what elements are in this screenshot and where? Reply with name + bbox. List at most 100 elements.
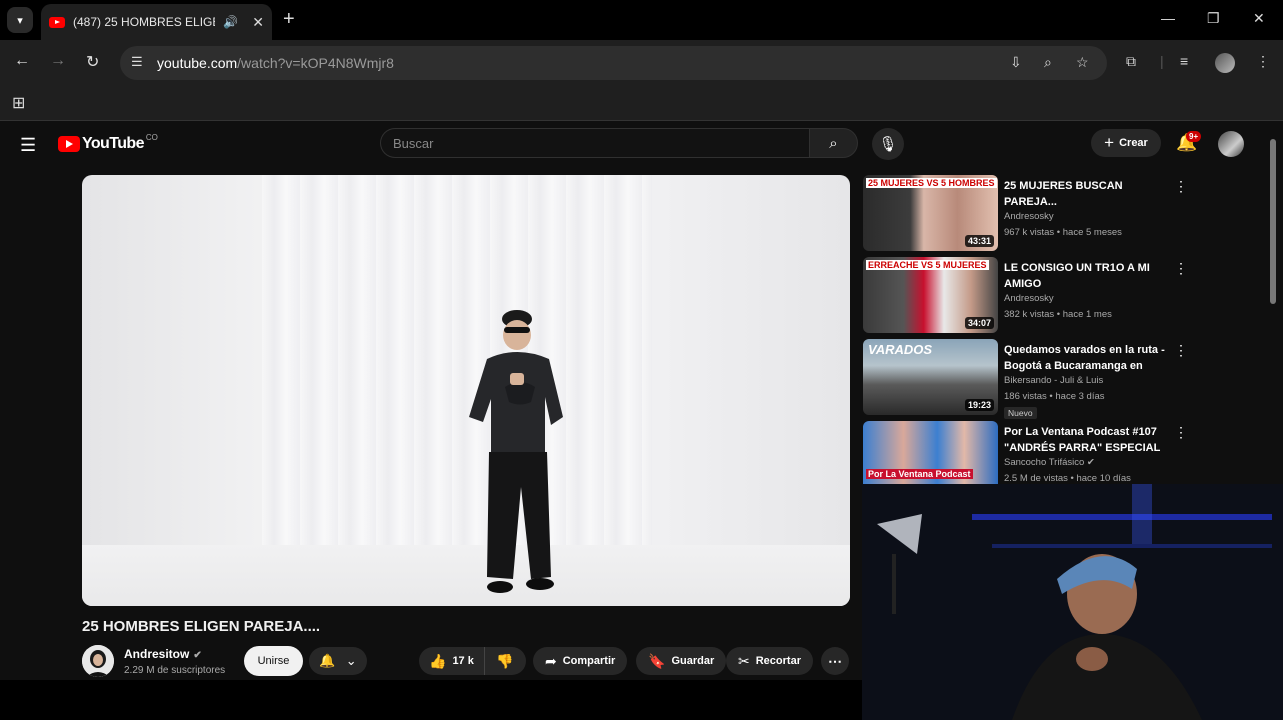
apps-grid-icon[interactable]: ⊞: [12, 93, 25, 113]
recommendation-title[interactable]: LE CONSIGO UN TR1O A MI AMIGO: [1004, 260, 1169, 292]
plus-icon: +: [1104, 133, 1115, 152]
subscription-bell-icon: 🔔: [319, 653, 336, 668]
page-scrollbar[interactable]: [1270, 139, 1276, 304]
browser-menu-icon[interactable]: ⋮: [1256, 53, 1270, 70]
more-vertical-icon[interactable]: ⋮: [1174, 260, 1188, 277]
youtube-logo[interactable]: YouTube CO: [58, 132, 158, 153]
recommendation-meta: 967 k vistas • hace 5 meses: [1004, 227, 1122, 238]
new-tab-icon[interactable]: +: [283, 8, 295, 31]
bottom-black-bar: [0, 680, 862, 720]
close-tab-icon[interactable]: ✕: [252, 14, 264, 31]
browser-tab-bar: ▾ (487) 25 HOMBRES ELIGEN 🔊 ✕ + — ❐ ✕: [0, 0, 1283, 40]
search-placeholder: Buscar: [393, 136, 434, 151]
video-player[interactable]: [82, 175, 850, 606]
video-frame-person: [469, 310, 563, 593]
youtube-favicon-icon: [49, 16, 65, 28]
recommendation-item[interactable]: Por La Ventana Podcast Por La Ventana Po…: [863, 421, 1193, 484]
share-label: Compartir: [562, 655, 616, 667]
speaker-icon[interactable]: 🔊: [223, 15, 238, 29]
thumbnail-text: 25 MUJERES VS 5 HOMBRES: [866, 178, 997, 188]
browser-profile-avatar[interactable]: [1215, 53, 1235, 73]
voice-search-button[interactable]: 🎙: [872, 128, 904, 160]
share-button[interactable]: ➦ Compartir: [533, 647, 628, 675]
recommendation-thumbnail[interactable]: Por La Ventana Podcast: [863, 421, 998, 484]
new-badge: Nuevo: [1004, 407, 1037, 419]
address-bar[interactable]: ☰ youtube.com/watch?v=kOP4N8Wmjr8 ⇩ ⌕ ☆: [120, 46, 1107, 80]
site-settings-icon[interactable]: ☰: [131, 54, 143, 70]
tab-search-chevron-icon[interactable]: ▾: [7, 7, 33, 33]
media-control-icon[interactable]: ≡: [1180, 53, 1188, 69]
thumbnail-text: VARADOS: [868, 342, 933, 357]
close-window-icon[interactable]: ✕: [1253, 10, 1265, 27]
scissors-icon: ✂: [738, 652, 750, 669]
more-vertical-icon[interactable]: ⋮: [1174, 342, 1188, 359]
chevron-down-icon: ⌄: [345, 653, 357, 668]
toolbar-divider: |: [1160, 53, 1164, 69]
url-text[interactable]: youtube.com/watch?v=kOP4N8Wmjr8: [157, 55, 394, 71]
minimize-icon[interactable]: —: [1161, 10, 1175, 26]
recommendation-channel-text: Sancocho Trifásico: [1004, 457, 1085, 468]
recommendation-item[interactable]: 25 MUJERES VS 5 HOMBRES 43:31 25 MUJERES…: [863, 175, 1193, 251]
channel-name-text: Andresitow: [124, 647, 190, 661]
clip-button[interactable]: ✂ Recortar: [726, 647, 813, 675]
recommendation-channel[interactable]: Andresosky: [1004, 211, 1054, 222]
search-input[interactable]: Buscar: [380, 128, 809, 158]
microphone-icon: 🎙: [878, 136, 898, 153]
video-duration: 34:07: [964, 317, 994, 329]
join-button[interactable]: Unirse: [244, 646, 303, 676]
webcam-overlay: [862, 484, 1283, 720]
recommendation-channel[interactable]: Sancocho Trifásico ✔: [1004, 457, 1095, 468]
bookmark-icon: 🔖: [648, 652, 666, 669]
save-button[interactable]: 🔖 Guardar: [636, 647, 727, 675]
forward-icon[interactable]: →: [50, 52, 66, 70]
recommendation-title[interactable]: Por La Ventana Podcast #107 "ANDRÉS PARR…: [1004, 424, 1169, 456]
create-label: Crear: [1119, 137, 1148, 149]
back-icon[interactable]: ←: [14, 52, 30, 70]
restore-icon[interactable]: ❐: [1207, 10, 1220, 27]
account-avatar[interactable]: [1218, 131, 1244, 157]
install-app-icon[interactable]: ⇩: [1010, 54, 1022, 71]
url-path: /watch?v=kOP4N8Wmjr8: [237, 55, 394, 71]
thumbnail-text: ERREACHE VS 5 MUJERES: [866, 260, 989, 270]
recommendation-channel[interactable]: Bikersando - Juli & Luis: [1004, 375, 1103, 386]
recommendation-item[interactable]: ERREACHE VS 5 MUJERES 34:07 LE CONSIGO U…: [863, 257, 1193, 333]
recommendation-title[interactable]: Quedamos varados en la ruta - Bogotá a B…: [1004, 342, 1169, 374]
guide-menu-icon[interactable]: ☰: [20, 135, 36, 156]
video-duration: 43:31: [964, 235, 994, 247]
video-title: 25 HOMBRES ELIGEN PAREJA....: [82, 618, 321, 635]
share-icon: ➦: [545, 652, 557, 669]
search-button[interactable]: ⌕: [809, 128, 858, 158]
subscriber-count: 2.29 M de suscriptores: [124, 665, 226, 676]
reload-icon[interactable]: ↻: [86, 52, 99, 72]
tab-title: (487) 25 HOMBRES ELIGEN: [73, 15, 216, 29]
more-vertical-icon[interactable]: ⋮: [1174, 424, 1188, 441]
recommendation-item[interactable]: VARADOS 19:23 Quedamos varados en la rut…: [863, 339, 1193, 419]
like-count: 17 k: [452, 655, 474, 667]
browser-tab[interactable]: (487) 25 HOMBRES ELIGEN 🔊 ✕: [41, 4, 272, 40]
notifications-badge: 9+: [1186, 131, 1202, 142]
channel-avatar[interactable]: [82, 645, 114, 677]
dislike-button[interactable]: 👎: [485, 653, 525, 670]
recommendation-meta: 186 vistas • hace 3 días: [1004, 391, 1105, 402]
extensions-icon[interactable]: ⧉: [1126, 53, 1136, 70]
recommendation-thumbnail[interactable]: VARADOS 19:23: [863, 339, 998, 415]
youtube-logo-text: YouTube: [82, 135, 144, 152]
recommendation-thumbnail[interactable]: 25 MUJERES VS 5 HOMBRES 43:31: [863, 175, 998, 251]
more-actions-button[interactable]: ⋯: [821, 647, 849, 675]
create-button[interactable]: + Crear: [1091, 129, 1161, 157]
recommendation-title[interactable]: 25 MUJERES BUSCAN PAREJA...: [1004, 178, 1169, 210]
channel-name[interactable]: Andresitow ✔: [124, 647, 202, 661]
webcam-scene: [862, 484, 1283, 720]
channel-avatar-image: [82, 645, 114, 677]
zoom-icon[interactable]: ⌕: [1044, 54, 1052, 71]
country-code: CO: [145, 132, 158, 142]
like-button[interactable]: 👍 17 k: [419, 647, 485, 675]
recommendation-meta: 382 k vistas • hace 1 mes: [1004, 309, 1112, 320]
thumbnail-text: Por La Ventana Podcast: [866, 469, 973, 479]
thumbs-up-icon: 👍: [429, 652, 447, 669]
subscription-bell-button[interactable]: 🔔 ⌄: [309, 647, 367, 675]
recommendation-channel[interactable]: Andresosky: [1004, 293, 1054, 304]
bookmark-star-icon[interactable]: ☆: [1076, 54, 1089, 71]
more-vertical-icon[interactable]: ⋮: [1174, 178, 1188, 195]
recommendation-thumbnail[interactable]: ERREACHE VS 5 MUJERES 34:07: [863, 257, 998, 333]
